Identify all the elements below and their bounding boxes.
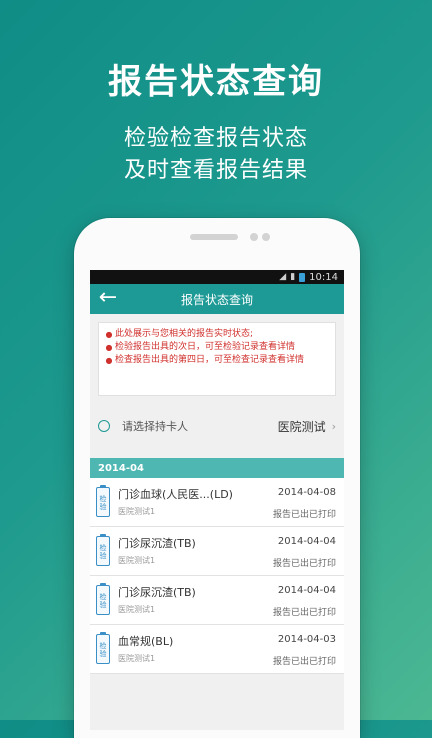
report-status: 报告已出已打印 xyxy=(272,510,336,520)
bullet-icon: ● xyxy=(105,343,113,352)
signal-icon: ▮ xyxy=(290,272,296,282)
phone-camera xyxy=(250,233,258,241)
date-group-header: 2014-04 xyxy=(90,458,344,478)
app-header: ← 报告状态查询 xyxy=(90,284,344,314)
notice-item: ● 检验报告出具的次日，可至检验记录查看详情 xyxy=(103,342,329,353)
report-row[interactable]: 检验 血常规(BL) 医院测试1 2014-04-03 报告已出已打印 xyxy=(90,625,344,674)
report-hospital: 医院测试1 xyxy=(118,605,156,614)
lab-test-icon: 检验 xyxy=(96,583,110,615)
report-row[interactable]: 检验 门诊血球(人民医...(LD) 医院测试1 2014-04-08 报告已出… xyxy=(90,478,344,527)
notice-item: ● 此处展示与您相关的报告实时状态; xyxy=(103,329,329,340)
lab-test-icon: 检验 xyxy=(96,534,110,566)
notice-box: ● 此处展示与您相关的报告实时状态; ● 检验报告出具的次日，可至检验记录查看详… xyxy=(98,322,336,396)
report-hospital: 医院测试1 xyxy=(118,654,156,663)
chevron-right-icon: › xyxy=(331,419,336,433)
status-time: 10:14 xyxy=(309,271,338,283)
hero-subtitle-line2: 及时查看报告结果 xyxy=(123,158,308,183)
report-name: 门诊尿沉渣(TB) xyxy=(118,537,196,550)
report-status: 报告已出已打印 xyxy=(272,657,336,667)
wifi-icon: ◢ xyxy=(279,272,287,282)
phone-frame: ◢ ▮ 10:14 ← 报告状态查询 ● 此处展示与您相关的报告实时状态; ● … xyxy=(74,218,360,738)
cardholder-label: 请选择持卡人 xyxy=(122,420,188,433)
report-row[interactable]: 检验 门诊尿沉渣(TB) 医院测试1 2014-04-04 报告已出已打印 xyxy=(90,527,344,576)
report-hospital: 医院测试1 xyxy=(118,556,156,565)
hero-subtitle-line1: 检验检查报告状态 xyxy=(123,126,308,151)
phone-screen: ◢ ▮ 10:14 ← 报告状态查询 ● 此处展示与您相关的报告实时状态; ● … xyxy=(90,270,344,730)
page-title: 报告状态查询 xyxy=(180,292,253,307)
lab-test-icon: 检验 xyxy=(96,632,110,664)
back-arrow-icon[interactable]: ← xyxy=(96,287,120,311)
lab-test-icon: 检验 xyxy=(96,485,110,517)
phone-sensor xyxy=(262,233,270,241)
cardholder-value: 医院测试 xyxy=(277,419,326,434)
cardholder-selector[interactable]: 请选择持卡人 医院测试 › xyxy=(90,406,344,446)
hero-title: 报告状态查询 xyxy=(108,62,324,102)
notice-item: ● 检查报告出具的第四日，可至检查记录查看详情 xyxy=(103,355,329,366)
status-bar: ◢ ▮ 10:14 xyxy=(90,270,344,284)
report-name: 门诊尿沉渣(TB) xyxy=(118,586,196,599)
report-hospital: 医院测试1 xyxy=(118,507,156,516)
report-status: 报告已出已打印 xyxy=(272,559,336,569)
bullet-icon: ● xyxy=(105,356,113,365)
notice-text: 检验报告出具的次日，可至检验记录查看详情 xyxy=(115,342,296,352)
report-date: 2014-04-03 xyxy=(277,634,336,645)
notice-text: 检查报告出具的第四日，可至检查记录查看详情 xyxy=(115,355,305,365)
report-list: 检验 门诊血球(人民医...(LD) 医院测试1 2014-04-08 报告已出… xyxy=(90,478,344,674)
radio-icon[interactable] xyxy=(98,420,110,432)
report-row[interactable]: 检验 门诊尿沉渣(TB) 医院测试1 2014-04-04 报告已出已打印 xyxy=(90,576,344,625)
bullet-icon: ● xyxy=(105,330,113,339)
report-name: 门诊血球(人民医...(LD) xyxy=(118,488,233,501)
report-date: 2014-04-04 xyxy=(277,585,336,596)
battery-icon xyxy=(299,272,306,282)
report-name: 血常规(BL) xyxy=(118,635,174,648)
notice-text: 此处展示与您相关的报告实时状态; xyxy=(115,329,254,339)
report-status: 报告已出已打印 xyxy=(272,608,336,618)
report-date: 2014-04-04 xyxy=(277,536,336,547)
report-date: 2014-04-08 xyxy=(277,487,336,498)
phone-speaker xyxy=(190,234,238,240)
